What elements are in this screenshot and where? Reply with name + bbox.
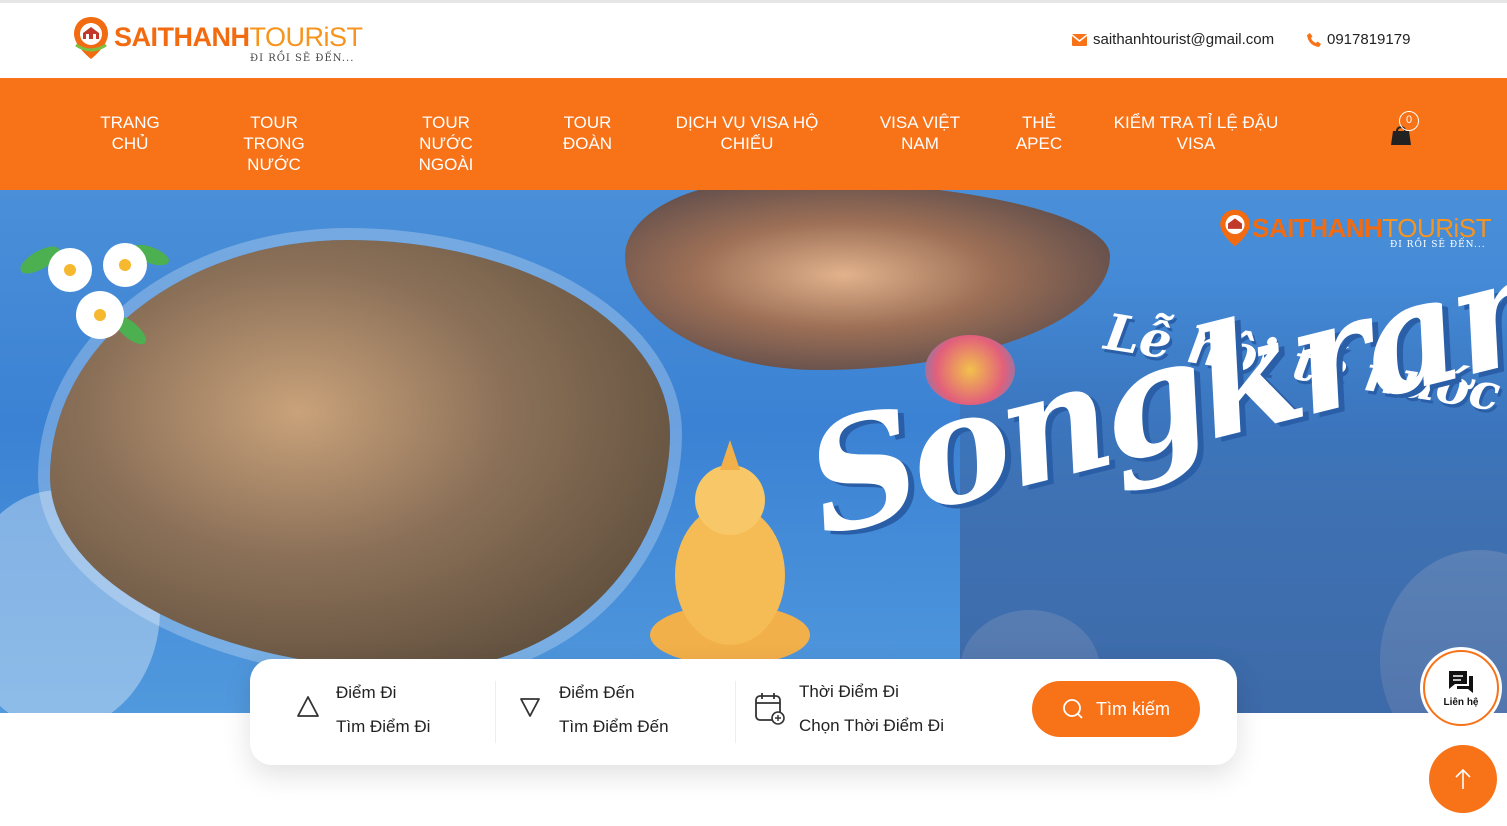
destination-field[interactable]: Điểm Đến Tìm Điểm Đến bbox=[518, 659, 718, 765]
departure-input[interactable]: Tìm Điểm Đi bbox=[336, 717, 430, 737]
nav-item-visa-passport-service[interactable]: DỊCH VỤ VISA HỘ CHIẾU bbox=[672, 112, 822, 154]
contact-float-button[interactable]: Liên hệ bbox=[1423, 650, 1499, 726]
nav-item-international-tour[interactable]: TOUR NƯỚC NGOÀI bbox=[393, 112, 499, 175]
main-navigation: TRANG CHỦ TOUR TRONG NƯỚC TOUR NƯỚC NGOÀI T… bbox=[0, 78, 1507, 190]
departure-label: Điểm Đi bbox=[336, 683, 397, 702]
nav-item-domestic-tour[interactable]: TOUR TRONG NƯỚC bbox=[218, 112, 330, 175]
buddha-statue-illustration bbox=[650, 440, 810, 665]
search-button-label: Tìm kiếm bbox=[1096, 698, 1170, 719]
location-triangle-icon bbox=[297, 696, 319, 717]
logo-tagline: ĐI RỒI SẼ ĐẾN... bbox=[250, 53, 355, 64]
departure-field[interactable]: Điểm Đi Tìm Điểm Đi bbox=[296, 659, 496, 765]
destination-input[interactable]: Tìm Điểm Đến bbox=[559, 717, 669, 737]
field-divider bbox=[735, 681, 736, 743]
phone-text: 0917819179 bbox=[1327, 31, 1411, 48]
nav-item-home[interactable]: TRANG CHỦ bbox=[100, 112, 160, 154]
site-logo[interactable]: SAITHANHTOURiST ĐI RỒI SẼ ĐẾN... bbox=[72, 15, 363, 71]
envelope-icon bbox=[1072, 33, 1087, 46]
nav-item-visa-check[interactable]: KIỂM TRA TỈ LỆ ĐẬU VISA bbox=[1110, 112, 1282, 154]
date-field[interactable]: Thời Điểm Đi Chọn Thời Điểm Đi bbox=[754, 659, 984, 765]
search-button[interactable]: Tìm kiếm bbox=[1032, 681, 1200, 737]
search-icon bbox=[1063, 699, 1083, 719]
nav-item-apec-card[interactable]: THẺ APEC bbox=[1012, 112, 1066, 154]
date-label: Thời Điểm Đi bbox=[799, 682, 899, 701]
location-pin-icon bbox=[520, 698, 540, 717]
calendar-icon bbox=[755, 693, 785, 725]
email-text: saithanhtourist@gmail.com bbox=[1093, 31, 1275, 48]
destination-label: Điểm Đến bbox=[559, 683, 635, 702]
date-input[interactable]: Chọn Thời Điểm Đi bbox=[799, 716, 944, 736]
chat-bubble-icon bbox=[1449, 670, 1473, 693]
phone-icon bbox=[1307, 32, 1321, 47]
tour-search-box: Điểm Đi Tìm Điểm Đi Điểm Đến Tìm Điểm Đế… bbox=[250, 659, 1237, 765]
nav-item-vietnam-visa[interactable]: VISA VIỆT NAM bbox=[876, 112, 964, 154]
nav-item-group-tour[interactable]: TOUR ĐOÀN bbox=[560, 112, 615, 154]
header-email[interactable]: saithanhtourist@gmail.com bbox=[1072, 31, 1274, 48]
map-pin-logo-icon bbox=[72, 15, 110, 61]
site-header: SAITHANHTOURiST ĐI RỒI SẼ ĐẾN... saithan… bbox=[0, 3, 1507, 78]
hero-banner: SAITHANHTOURiST ĐI RỒI SẼ ĐẾN... Lễ hội … bbox=[0, 190, 1507, 713]
cart-count-badge: 0 bbox=[1399, 111, 1419, 131]
map-pin-logo-icon bbox=[1220, 209, 1250, 247]
header-phone[interactable]: 0917819179 bbox=[1307, 31, 1410, 48]
cart-button[interactable]: 0 bbox=[1389, 111, 1423, 147]
logo-wordmark: SAITHANHTOURiST bbox=[114, 22, 363, 52]
frangipani-flower-icon bbox=[20, 243, 169, 345]
field-divider bbox=[495, 681, 496, 743]
arrow-up-icon bbox=[1455, 768, 1471, 789]
back-to-top-button[interactable] bbox=[1429, 745, 1497, 813]
contact-float-label: Liên hệ bbox=[1443, 696, 1479, 708]
